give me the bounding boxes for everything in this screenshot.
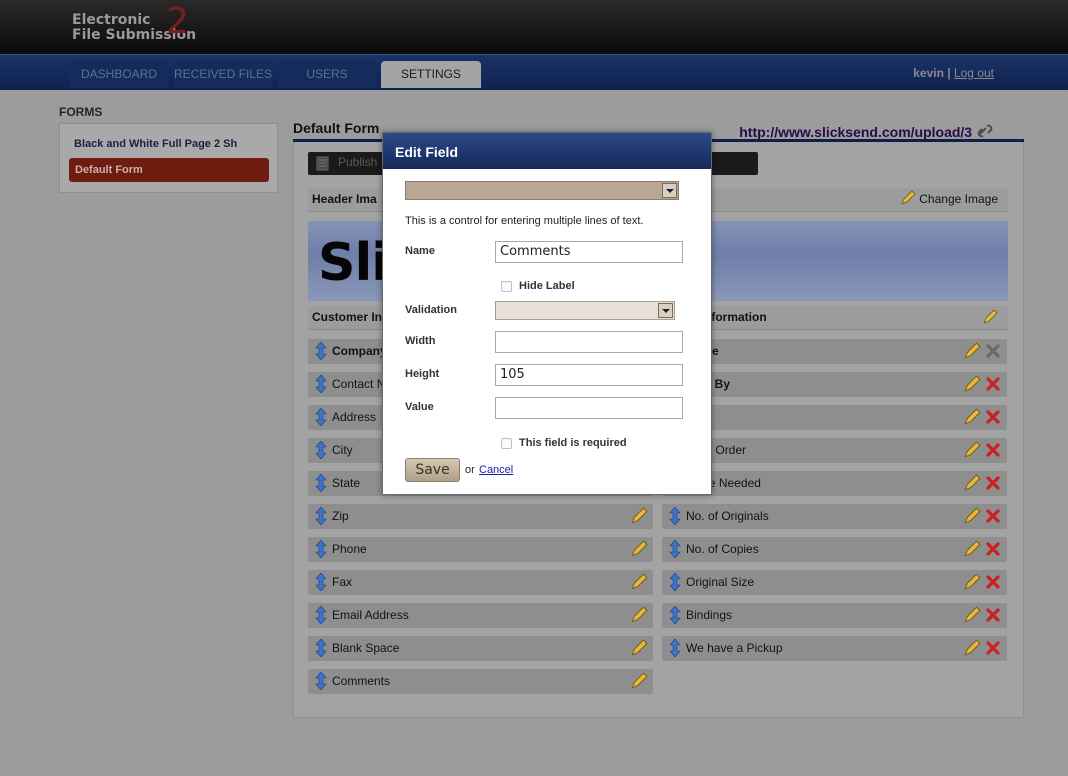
hide-label-text: Hide Label: [519, 280, 575, 292]
hide-label-checkbox[interactable]: [501, 281, 512, 292]
required-text: This field is required: [519, 437, 627, 449]
name-label: Name: [405, 245, 435, 257]
value-label: Value: [405, 401, 434, 413]
validation-chevron-icon: [658, 303, 673, 318]
validation-select[interactable]: [495, 301, 675, 320]
name-input[interactable]: Comments: [495, 241, 683, 263]
chevron-down-icon: [662, 183, 677, 198]
width-label: Width: [405, 335, 436, 347]
width-input[interactable]: [495, 331, 683, 353]
height-input[interactable]: 105: [495, 364, 683, 386]
save-button[interactable]: Save: [405, 458, 460, 482]
modal-overlay[interactable]: Edit Field This is a control for enterin…: [0, 0, 1068, 776]
field-description: This is a control for entering multiple …: [405, 215, 644, 227]
height-label: Height: [405, 368, 440, 380]
dialog-title: Edit Field: [383, 133, 711, 169]
required-checkbox[interactable]: [501, 438, 512, 449]
or-text: or: [465, 464, 475, 476]
validation-label: Validation: [405, 304, 457, 316]
edit-field-dialog: Edit Field This is a control for enterin…: [382, 132, 712, 495]
field-type-select[interactable]: [405, 181, 679, 200]
cancel-link[interactable]: Cancel: [479, 464, 513, 476]
value-input[interactable]: [495, 397, 683, 419]
